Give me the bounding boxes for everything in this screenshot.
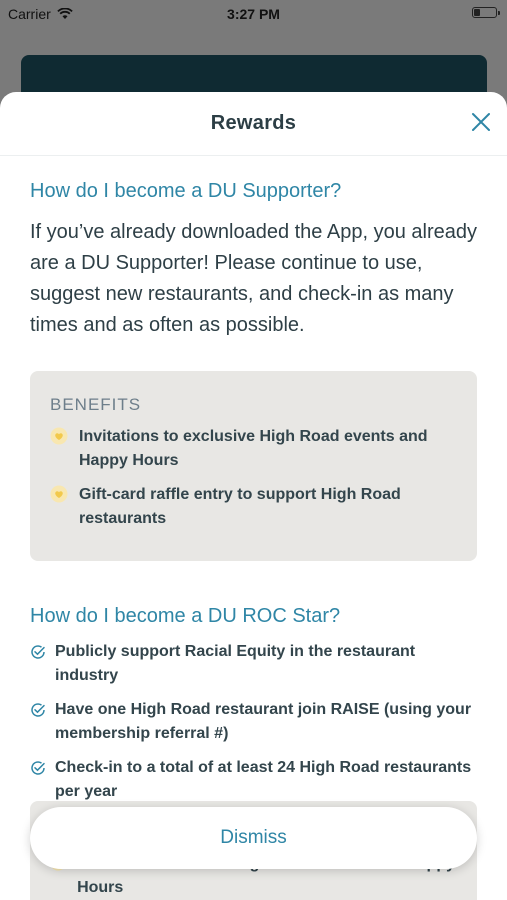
sheet-header: Rewards (0, 92, 507, 156)
check-circle-icon (31, 761, 45, 775)
benefit-item: Gift-card raffle entry to support High R… (50, 483, 457, 531)
requirement-text: Publicly support Racial Equity in the re… (55, 643, 416, 684)
benefit-item: Invitations to exclusive High Road event… (50, 425, 457, 473)
benefits-box: BENEFITS Invitations to exclusive High R… (30, 371, 477, 561)
supporter-question: How do I become a DU Supporter? (30, 180, 342, 202)
roc-star-question: How do I become a DU ROC Star? (30, 605, 341, 627)
requirement-text: Check-in to a total of at least 24 High … (55, 759, 472, 800)
status-time: 3:27 PM (227, 6, 280, 22)
benefit-text: Gift-card raffle entry to support High R… (79, 486, 401, 527)
rewards-sheet: Rewards How do I become a DU Supporter? … (0, 92, 507, 900)
check-circle-icon (31, 645, 45, 659)
status-bar: Carrier 3:27 PM (0, 0, 507, 28)
benefit-text: Invitations to exclusive High Road event… (79, 428, 428, 469)
heart-icon (50, 485, 68, 503)
check-circle-icon (31, 703, 45, 717)
sheet-content: How do I become a DU Supporter? If you’v… (0, 180, 507, 804)
battery-icon (472, 7, 500, 18)
requirement-item: Check-in to a total of at least 24 High … (30, 756, 477, 804)
requirements-list: Publicly support Racial Equity in the re… (30, 640, 477, 804)
benefits-heading: BENEFITS (50, 395, 142, 414)
requirement-item: Publicly support Racial Equity in the re… (30, 640, 477, 688)
requirement-text: Have one High Road restaurant join RAISE… (55, 701, 472, 742)
dismiss-button[interactable]: Dismiss (30, 807, 477, 869)
close-icon[interactable] (469, 110, 493, 134)
requirement-item: Have one High Road restaurant join RAISE… (30, 698, 477, 746)
supporter-answer: If you’ve already downloaded the App, yo… (30, 221, 477, 336)
heart-icon (50, 427, 68, 445)
sheet-title: Rewards (210, 112, 297, 134)
